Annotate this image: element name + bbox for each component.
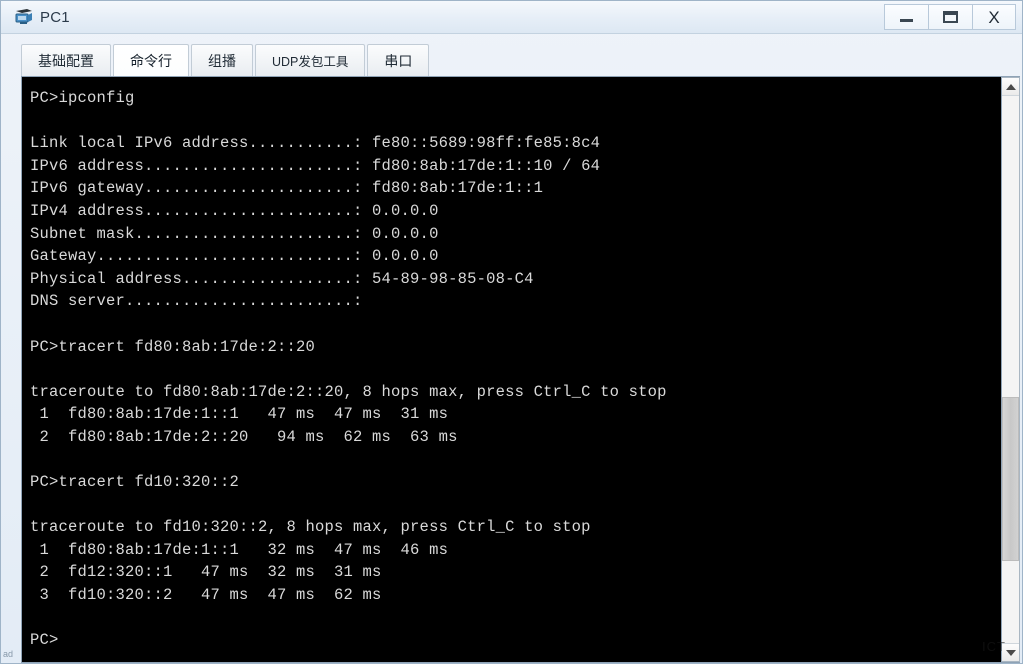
maximize-icon [943, 11, 958, 23]
corner-artifact: ad [3, 649, 14, 659]
terminal-line: IPv4 address......................: 0.0.… [30, 201, 439, 220]
terminal-line: 3 fd10:320::2 47 ms 47 ms 62 ms [30, 586, 382, 605]
terminal-panel: PC>ipconfig Link local IPv6 address......… [21, 76, 1020, 663]
terminal-line: PC>ipconfig [30, 89, 135, 107]
tab-label: 命令行 [130, 52, 172, 69]
terminal-line: IPv6 gateway......................: fd80… [30, 179, 544, 198]
terminal-line: 1 fd80:8ab:17de:1::1 32 ms 47 ms 46 ms [30, 540, 449, 559]
tab-label: 组播 [208, 52, 236, 69]
tab-serial-port[interactable]: 串口 [367, 44, 430, 76]
window-title: PC1 [40, 8, 70, 26]
scroll-up-button[interactable] [1002, 78, 1019, 96]
terminal-line: PC> [30, 631, 59, 650]
tab-udp-tool[interactable]: UDP发包工具 [255, 44, 366, 76]
terminal-output[interactable]: PC>ipconfig Link local IPv6 address......… [22, 77, 1001, 662]
terminal-scrollbar[interactable] [1001, 77, 1020, 662]
terminal-line: DNS server........................: [30, 292, 363, 311]
terminal-line: traceroute to fd10:320::2, 8 hops max, p… [30, 518, 591, 537]
window-controls: X [884, 4, 1016, 30]
scroll-down-button[interactable] [1002, 643, 1019, 661]
tab-bar: 基础配置 命令行 组播 UDP发包工具 串口 [1, 34, 1022, 76]
minimize-button[interactable] [884, 4, 928, 30]
terminal-line: 1 fd80:8ab:17de:1::1 47 ms 47 ms 31 ms [30, 405, 449, 424]
terminal-line: Gateway...........................: 0.0.… [30, 247, 439, 266]
tab-command-line[interactable]: 命令行 [113, 44, 189, 76]
terminal-line: 2 fd80:8ab:17de:2::20 94 ms 62 ms 63 ms [30, 427, 458, 446]
tab-basic-config[interactable]: 基础配置 [21, 44, 111, 76]
close-icon: X [988, 7, 1000, 27]
tab-label: UDP发包工具 [272, 55, 349, 69]
terminal-line: 2 fd12:320::1 47 ms 32 ms 31 ms [30, 563, 382, 582]
tab-label: 串口 [384, 52, 413, 69]
minimize-icon [900, 18, 913, 22]
pc1-window: PC1 X 基础配置 命令行 组播 UDP发包工具 串口 PC>ipconfig… [0, 0, 1023, 664]
terminal-line: Subnet mask.......................: 0.0.… [30, 224, 439, 243]
maximize-button[interactable] [928, 4, 972, 30]
scrollbar-thumb[interactable] [1002, 396, 1019, 561]
terminal-line: Link local IPv6 address...........: fe80… [30, 134, 601, 153]
terminal-line: PC>tracert fd10:320::2 [30, 473, 240, 492]
chevron-up-icon [1005, 83, 1016, 90]
terminal-line: traceroute to fd80:8ab:17de:2::20, 8 hop… [30, 382, 667, 401]
pc-device-icon [14, 8, 34, 26]
scrollbar-track[interactable] [1002, 96, 1019, 643]
close-button[interactable]: X [972, 4, 1016, 30]
chevron-down-icon [1005, 649, 1016, 656]
terminal-line: PC>tracert fd80:8ab:17de:2::20 [30, 337, 316, 356]
title-bar: PC1 X [1, 1, 1022, 34]
terminal-line: IPv6 address......................: fd80… [30, 156, 601, 175]
terminal-line: Physical address..................: 54-8… [30, 269, 534, 288]
tab-multicast[interactable]: 组播 [191, 44, 253, 76]
tab-label: 基础配置 [38, 52, 94, 69]
